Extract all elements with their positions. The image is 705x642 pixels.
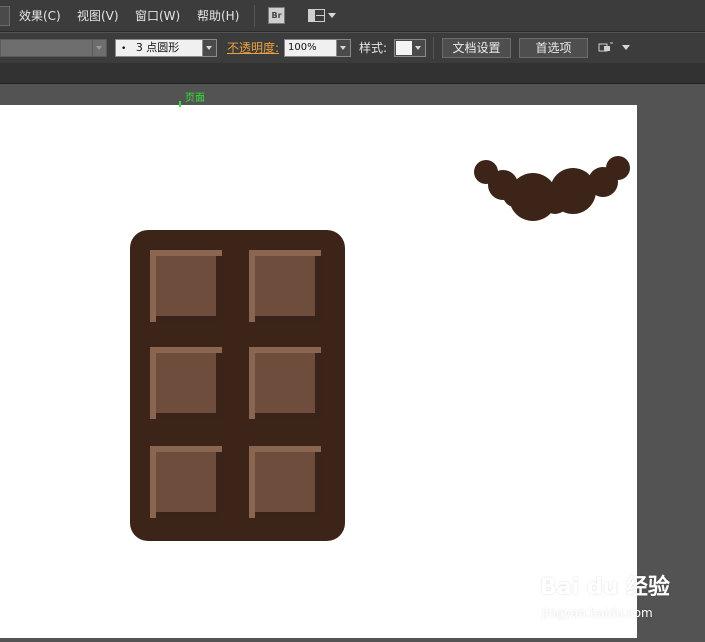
chevron-down-icon[interactable]: [622, 45, 630, 50]
chocolate-square: [150, 347, 222, 419]
chocolate-square: [150, 446, 222, 518]
align-icon[interactable]: [598, 42, 614, 54]
menu-window[interactable]: 窗口(W): [135, 8, 180, 24]
bridge-button[interactable]: Br: [268, 7, 285, 24]
chevron-down-icon: [96, 46, 102, 50]
document-tab-strip: [0, 63, 705, 84]
artwork-canvas: [130, 156, 630, 541]
opacity-input[interactable]: 100%: [284, 39, 351, 57]
chevron-down-icon: [340, 46, 346, 50]
page-origin-marker: [179, 101, 181, 107]
menu-help[interactable]: 帮助(H): [197, 8, 239, 24]
document-setup-button[interactable]: 文档设置: [442, 38, 511, 58]
brush-definition-value: 3 点圆形: [135, 41, 180, 54]
cloud-shape[interactable]: [474, 156, 630, 221]
chevron-down-icon: [206, 46, 212, 50]
menu-view[interactable]: 视图(V): [77, 8, 119, 24]
watermark-url: jingyan.baidu.com: [542, 606, 653, 620]
chevron-down-icon[interactable]: [328, 13, 336, 18]
menu-bar: 效果(C) 视图(V) 窗口(W) 帮助(H) Br: [0, 0, 705, 32]
menu-separator: [254, 5, 255, 27]
chocolate-square: [150, 250, 222, 322]
preferences-button[interactable]: 首选项: [519, 38, 588, 58]
menu-stub[interactable]: [0, 6, 10, 26]
variable-width-profile-dropdown[interactable]: [0, 39, 107, 57]
cloud-lobe: [503, 183, 527, 207]
cloud-lobe: [541, 186, 569, 214]
cloud-lobe: [606, 156, 630, 180]
bullet-dot: •: [121, 44, 127, 54]
artboard[interactable]: [0, 105, 637, 638]
chocolate-square: [249, 347, 321, 419]
style-label: 样式:: [359, 41, 388, 55]
arrange-documents-icon[interactable]: [308, 9, 325, 22]
brush-definition-dropdown[interactable]: • 3 点圆形: [115, 39, 217, 57]
opacity-value: 100%: [288, 42, 317, 53]
chocolate-square: [249, 250, 321, 322]
control-bar: • 3 点圆形 不透明度: 100% 样式: 文档设置 首选项: [0, 33, 705, 63]
toolbar-separator: [433, 37, 434, 59]
watermark-logo: Bai du 经验: [540, 575, 670, 600]
chocolate-square: [249, 446, 321, 518]
style-preview: [396, 41, 412, 55]
chevron-down-icon: [415, 46, 421, 50]
dropdown-arrow: [92, 40, 106, 56]
dropdown-arrow[interactable]: [336, 40, 350, 56]
menu-effect[interactable]: 效果(C): [19, 8, 61, 24]
graphic-style-swatch[interactable]: [394, 39, 426, 57]
baidu-jingyan-watermark: Bai du 经验 jingyan.baidu.com: [540, 560, 700, 630]
page-label: 页面: [185, 93, 205, 104]
opacity-label[interactable]: 不透明度:: [227, 41, 279, 55]
dropdown-arrow: [202, 40, 216, 56]
